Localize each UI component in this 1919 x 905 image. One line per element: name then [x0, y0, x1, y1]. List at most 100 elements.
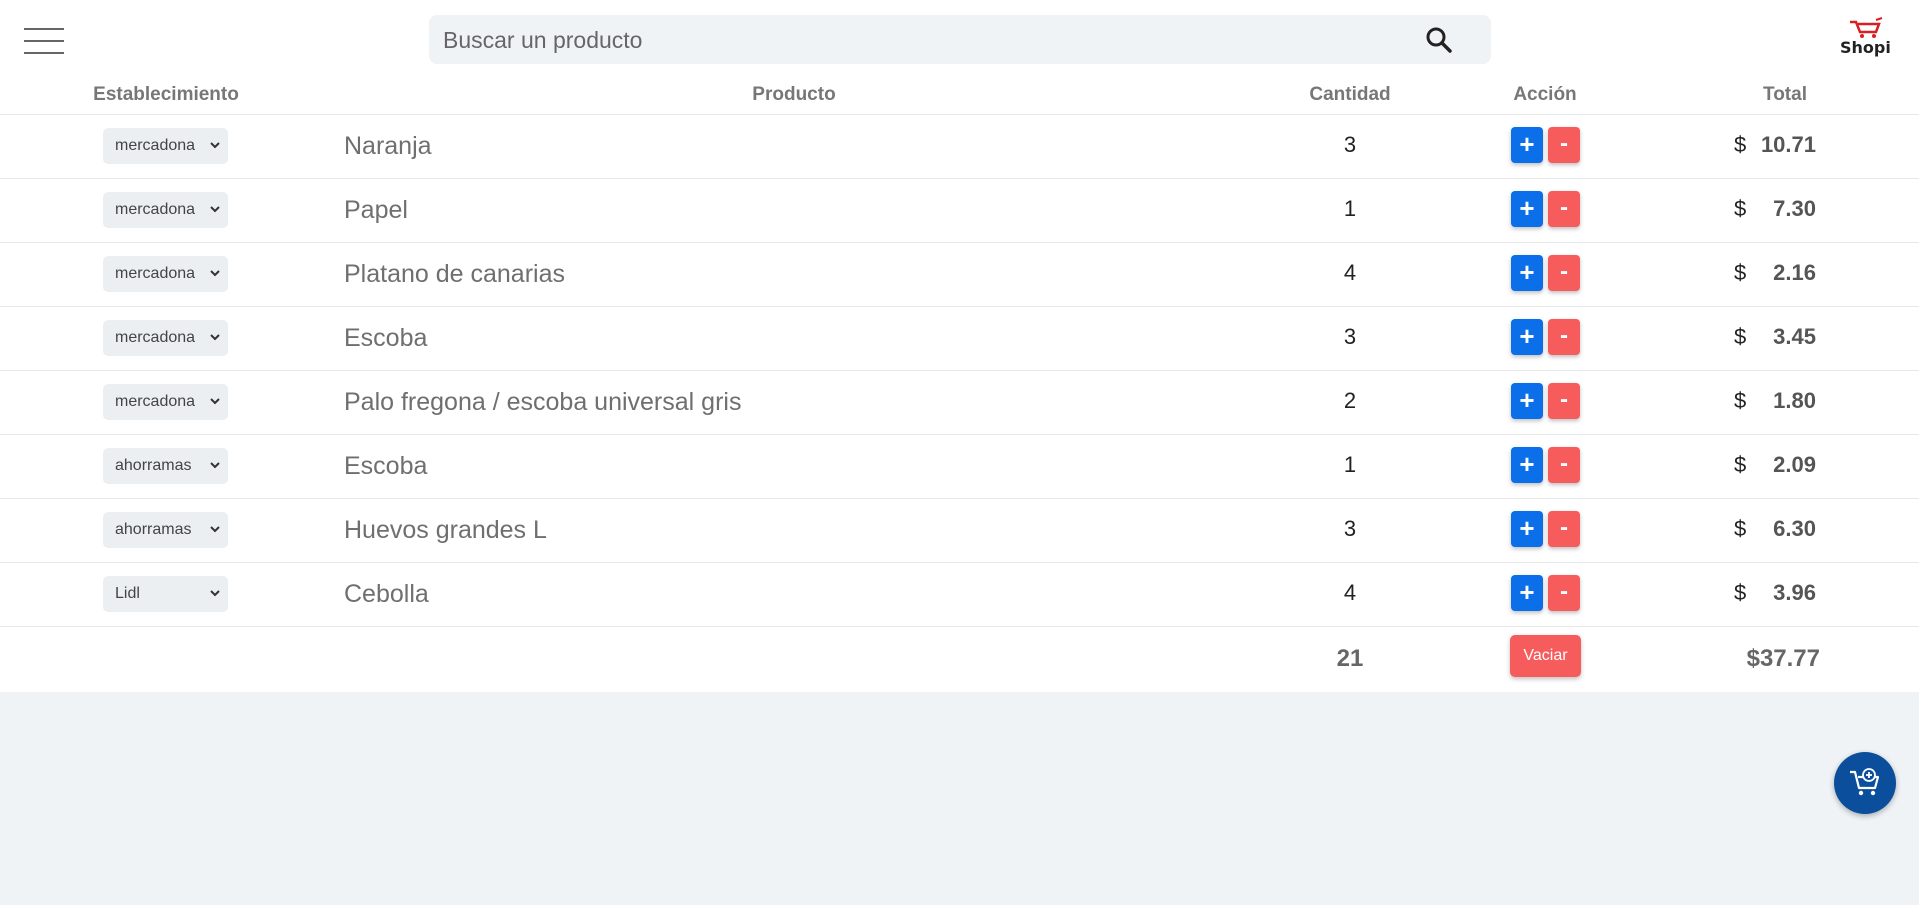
- product-name: Palo fregona / escoba universal gris: [344, 388, 742, 416]
- currency-symbol: $: [1734, 516, 1747, 541]
- chevron-down-icon: [210, 462, 220, 469]
- decrease-quantity-button[interactable]: -: [1548, 191, 1580, 227]
- chevron-down-icon: [210, 526, 220, 533]
- currency-symbol: $: [1734, 260, 1747, 285]
- cart-add-icon: [1850, 768, 1880, 796]
- store-select-value: ahorramas: [115, 457, 192, 474]
- quantity-value: 3: [1343, 324, 1357, 349]
- decrease-quantity-button[interactable]: -: [1548, 383, 1580, 419]
- product-name: Cebolla: [344, 580, 429, 608]
- increase-quantity-button[interactable]: +: [1511, 575, 1543, 611]
- chevron-down-icon: [210, 334, 220, 341]
- decrease-quantity-button[interactable]: -: [1548, 127, 1580, 163]
- chevron-down-icon: [210, 142, 220, 149]
- store-select-value: mercadona: [115, 329, 196, 346]
- table-row: ahorramas Huevos grandes L 3 + - $ 6.30: [0, 499, 1919, 563]
- currency-symbol: $: [1734, 452, 1747, 477]
- decrease-quantity-button[interactable]: -: [1548, 319, 1580, 355]
- cart-table: Establecimiento Producto Cantidad Acción…: [0, 80, 1919, 692]
- table-row: mercadona Escoba 3 + - $ 3.45: [0, 307, 1919, 371]
- decrease-quantity-button[interactable]: -: [1548, 511, 1580, 547]
- currency-symbol: $: [1734, 324, 1747, 349]
- chevron-down-icon: [210, 398, 220, 405]
- search-icon[interactable]: [1425, 26, 1453, 54]
- quantity-value: 3: [1343, 132, 1357, 157]
- app: Shopi Establecimiento Producto Cantidad …: [0, 0, 1919, 905]
- row-total: 3.96: [1773, 580, 1816, 605]
- shopi-logo[interactable]: Shopi: [1834, 16, 1891, 60]
- empty-cart-button[interactable]: Vaciar: [1510, 635, 1581, 677]
- product-name: Naranja: [344, 132, 432, 160]
- decrease-quantity-button[interactable]: -: [1548, 447, 1580, 483]
- currency-symbol: $: [1734, 132, 1747, 157]
- table-footer: 21 Vaciar $37.77: [0, 623, 1919, 692]
- store-select[interactable]: mercadona: [103, 192, 228, 228]
- currency-symbol: $: [1734, 196, 1747, 221]
- grand-total: $37.77: [1746, 645, 1820, 672]
- add-to-cart-fab[interactable]: [1834, 752, 1896, 814]
- column-header-quantity: Cantidad: [1309, 84, 1391, 105]
- quantity-value: 1: [1343, 196, 1357, 221]
- row-total: 2.09: [1773, 452, 1816, 477]
- top-bar: Shopi: [0, 0, 1919, 80]
- decrease-quantity-button[interactable]: -: [1548, 255, 1580, 291]
- decrease-quantity-button[interactable]: -: [1548, 575, 1580, 611]
- currency-symbol: $: [1734, 580, 1747, 605]
- menu-button[interactable]: [24, 28, 64, 56]
- store-select[interactable]: mercadona: [103, 320, 228, 356]
- store-select[interactable]: ahorramas: [103, 512, 228, 548]
- quantity-value: 4: [1343, 260, 1357, 285]
- column-header-total: Total: [1763, 84, 1807, 105]
- column-header-store: Establecimiento: [93, 84, 239, 105]
- store-select-value: mercadona: [115, 137, 196, 154]
- store-select-value: mercadona: [115, 393, 196, 410]
- store-select-value: mercadona: [115, 265, 196, 282]
- table-row: mercadona Palo fregona / escoba universa…: [0, 371, 1919, 435]
- product-name: Huevos grandes L: [344, 516, 547, 544]
- total-quantity: 21: [1336, 645, 1364, 672]
- increase-quantity-button[interactable]: +: [1511, 255, 1543, 291]
- search-box: [429, 15, 1491, 66]
- row-total: 1.80: [1773, 388, 1816, 413]
- store-select[interactable]: mercadona: [103, 256, 228, 292]
- product-name: Platano de canarias: [344, 260, 565, 288]
- product-name: Escoba: [344, 452, 428, 480]
- row-total: 10.71: [1760, 132, 1816, 157]
- column-header-product: Producto: [752, 84, 836, 105]
- product-name: Papel: [344, 196, 408, 224]
- quantity-value: 3: [1343, 516, 1357, 541]
- store-select[interactable]: Lidl: [103, 576, 228, 612]
- store-select[interactable]: mercadona: [103, 384, 228, 420]
- table-row: mercadona Platano de canarias 4 + - $ 2.…: [0, 243, 1919, 307]
- shopping-cart-logo-icon: [1850, 17, 1883, 38]
- store-select-value: Lidl: [115, 585, 140, 602]
- chevron-down-icon: [210, 590, 220, 597]
- store-select-value: mercadona: [115, 201, 196, 218]
- currency-symbol: $: [1734, 388, 1747, 413]
- increase-quantity-button[interactable]: +: [1511, 383, 1543, 419]
- increase-quantity-button[interactable]: +: [1511, 319, 1543, 355]
- increase-quantity-button[interactable]: +: [1511, 447, 1543, 483]
- store-select[interactable]: ahorramas: [103, 448, 228, 484]
- menu-bar-line: [24, 40, 64, 42]
- increase-quantity-button[interactable]: +: [1511, 511, 1543, 547]
- table-row: Lidl Cebolla 4 + - $ 3.96: [0, 563, 1919, 627]
- quantity-value: 1: [1343, 452, 1357, 477]
- increase-quantity-button[interactable]: +: [1511, 127, 1543, 163]
- row-total: 3.45: [1773, 324, 1816, 349]
- product-name: Escoba: [344, 324, 428, 352]
- menu-bar-line: [24, 28, 64, 30]
- table-row: mercadona Naranja 3 + - $ 10.71: [0, 115, 1919, 179]
- row-total: 7.30: [1773, 196, 1816, 221]
- table-header: Establecimiento Producto Cantidad Acción…: [0, 80, 1919, 115]
- table-row: mercadona Papel 1 + - $ 7.30: [0, 179, 1919, 243]
- column-header-action: Acción: [1513, 84, 1577, 105]
- increase-quantity-button[interactable]: +: [1511, 191, 1543, 227]
- chevron-down-icon: [210, 206, 220, 213]
- store-select-value: ahorramas: [115, 521, 192, 538]
- store-select[interactable]: mercadona: [103, 128, 228, 164]
- logo-text: Shopi: [1840, 38, 1891, 57]
- table-row: ahorramas Escoba 1 + - $ 2.09: [0, 435, 1919, 499]
- row-total: 6.30: [1773, 516, 1816, 541]
- search-input[interactable]: [441, 15, 1405, 66]
